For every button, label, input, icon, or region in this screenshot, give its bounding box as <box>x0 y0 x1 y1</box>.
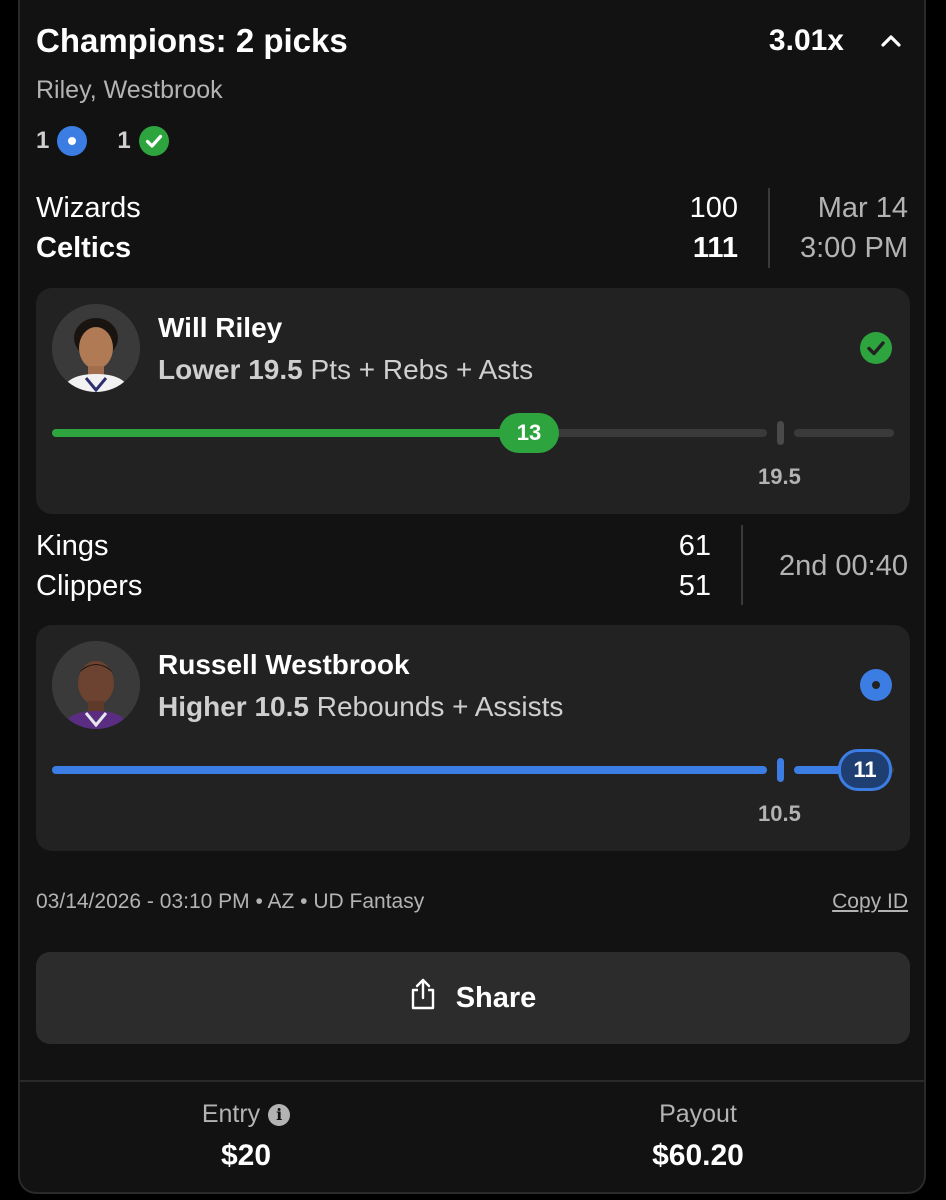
payout-multiplier: 3.01x <box>768 24 844 57</box>
line-label: 10.5 <box>758 801 801 826</box>
share-label: Share <box>455 981 537 1014</box>
line-marker <box>777 758 784 782</box>
game1-time: 3:00 PM <box>800 232 908 264</box>
avatar-russell-westbrook <box>52 641 140 729</box>
game2-team1: Kings <box>36 530 109 562</box>
pick-direction-line: Lower 19.5 <box>158 354 303 385</box>
player-name: Will Riley <box>158 312 283 343</box>
pick-line: Lower 19.5 Pts + Rebs + Asts <box>158 354 533 386</box>
player-name: Russell Westbrook <box>158 649 410 680</box>
entry-meta: 03/14/2026 - 03:10 PM • AZ • UD Fantasy <box>36 890 425 913</box>
pick-stat: Pts + Rebs + Asts <box>310 354 534 385</box>
entry-label: Entry <box>201 1100 261 1128</box>
current-value-badge: 13 <box>499 413 559 453</box>
pending-count: 1 <box>36 127 50 154</box>
pending-dot-icon <box>57 126 88 156</box>
game2-score2: 51 <box>678 570 711 602</box>
footer-divider <box>20 1080 924 1082</box>
game1-score1: 100 <box>689 192 738 224</box>
check-circle-icon <box>138 126 169 156</box>
game1-team2: Celtics <box>36 232 132 264</box>
game2-team2: Clippers <box>36 570 143 602</box>
game1-divider <box>768 188 770 268</box>
entry-value: $20 <box>220 1139 272 1172</box>
avatar-will-riley <box>52 304 140 392</box>
progress-track-over <box>794 429 894 437</box>
pick-card-russell-westbrook[interactable]: Russell Westbrook Higher 10.5 Rebounds +… <box>36 625 910 851</box>
share-button[interactable]: Share <box>36 952 910 1044</box>
check-circle-icon <box>860 332 892 364</box>
payout-label: Payout <box>659 1100 737 1128</box>
progress-fill <box>52 766 767 774</box>
copy-id-link[interactable]: Copy ID <box>832 890 908 914</box>
entry-column: Entry i $20 <box>20 1100 472 1173</box>
line-marker <box>777 421 784 445</box>
entry-title: Champions: 2 picks <box>36 22 348 59</box>
entry-card: Champions: 2 picks 3.01x Riley, Westbroo… <box>18 0 926 1194</box>
payout-value: $60.20 <box>652 1139 744 1172</box>
progress-fill <box>52 429 529 437</box>
pending-dot-icon <box>860 669 892 701</box>
game2-clock: 2nd 00:40 <box>778 550 908 582</box>
game1-score2: 111 <box>692 232 738 264</box>
pick-card-will-riley[interactable]: Will Riley Lower 19.5 Pts + Rebs + Asts … <box>36 288 910 514</box>
won-count: 1 <box>117 127 131 154</box>
share-icon <box>410 978 436 1018</box>
pick-direction-line: Higher 10.5 <box>158 691 309 722</box>
pick-stat: Rebounds + Assists <box>316 691 564 722</box>
current-value-badge: 11 <box>838 749 892 791</box>
game2-score1: 61 <box>678 530 711 562</box>
game1-team1: Wizards <box>36 192 141 224</box>
payout-column: Payout $60.20 <box>472 1100 924 1173</box>
chevron-up-icon[interactable] <box>876 26 906 56</box>
pick-line: Higher 10.5 Rebounds + Assists <box>158 691 563 723</box>
pick-status-summary: 1 1 <box>36 126 169 156</box>
line-label: 19.5 <box>758 464 801 489</box>
players-summary: Riley, Westbrook <box>36 76 223 104</box>
game1-date: Mar 14 <box>817 192 908 224</box>
game2-divider <box>741 525 743 605</box>
info-icon[interactable]: i <box>268 1103 291 1126</box>
